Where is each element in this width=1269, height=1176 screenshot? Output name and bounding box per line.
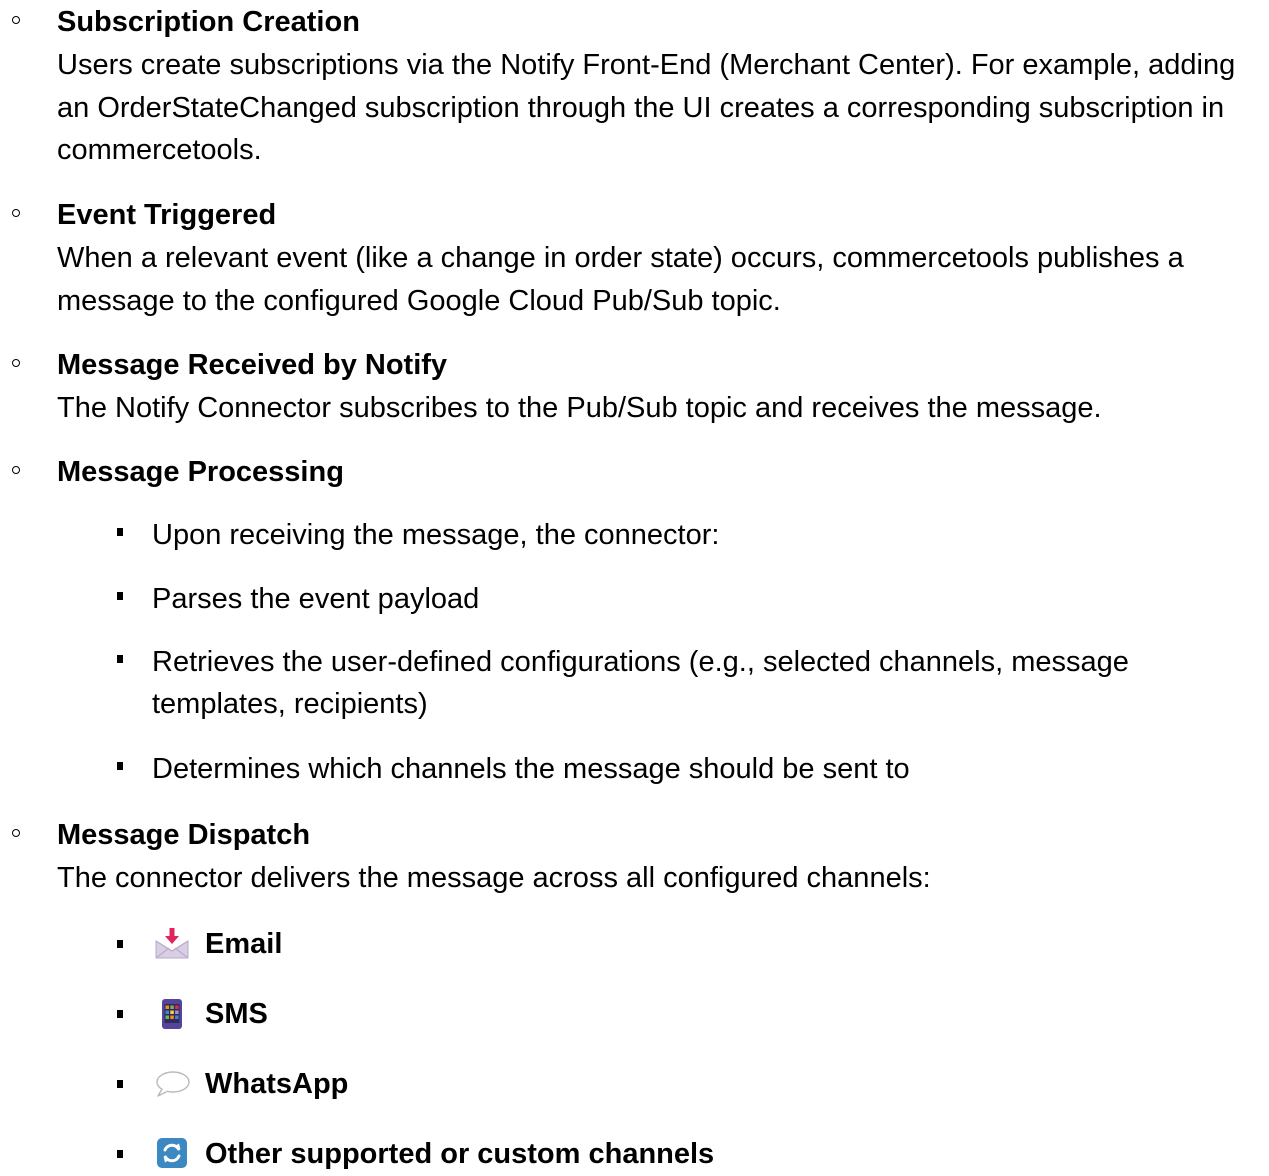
channel-label: WhatsApp: [205, 1068, 349, 1100]
list-item-text: Retrieves the user-defined configuration…: [152, 646, 1129, 720]
square-bullet: [117, 1150, 123, 1158]
circle-bullet: [12, 466, 20, 474]
list-item-text: Determines which channels the message sh…: [152, 753, 910, 785]
speech-balloon-icon: [154, 1067, 190, 1101]
square-bullet: [117, 1080, 123, 1088]
refresh-arrows-icon: [154, 1137, 190, 1171]
step-title: Message Dispatch: [57, 819, 311, 851]
step-description: The Notify Connector subscribes to the P…: [57, 392, 1102, 424]
step-title: Message Received by Notify: [57, 349, 448, 381]
step-title: Subscription Creation: [57, 6, 360, 38]
square-bullet: [117, 1010, 123, 1018]
square-bullet: [117, 592, 123, 600]
channel-label: Other supported or custom channels: [205, 1138, 715, 1170]
step-title: Message Processing: [57, 456, 344, 488]
square-bullet: [117, 528, 123, 536]
circle-bullet: [12, 209, 20, 217]
mobile-phone-icon: [154, 997, 190, 1031]
circle-bullet: [12, 16, 20, 24]
channel-label: SMS: [205, 998, 268, 1030]
envelope-with-arrow-icon: [154, 927, 190, 961]
channel-label: Email: [205, 928, 283, 960]
list-item-text: Parses the event payload: [152, 583, 480, 615]
circle-bullet: [12, 359, 20, 367]
step-title: Event Triggered: [57, 199, 277, 231]
step-description: When a relevant event (like a change in …: [57, 242, 1184, 317]
square-bullet: [117, 940, 123, 948]
step-description: The connector delivers the message acros…: [57, 862, 931, 894]
step-description: Users create subscriptions via the Notif…: [57, 49, 1236, 166]
square-bullet: [117, 655, 123, 663]
circle-bullet: [12, 829, 20, 837]
square-bullet: [117, 762, 123, 770]
list-item-text: Upon receiving the message, the connecto…: [152, 519, 720, 551]
